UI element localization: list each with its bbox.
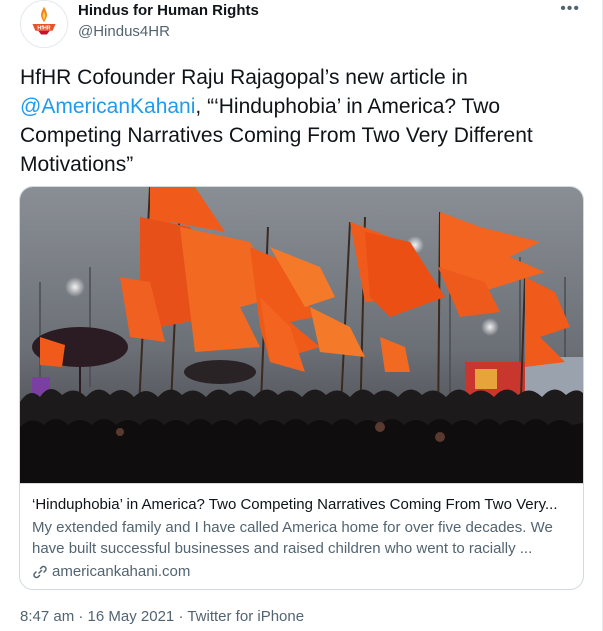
card-meta: ‘Hinduphobia’ in America? Two Competing … [20, 483, 583, 589]
card-description: My extended family and I have called Ame… [32, 517, 571, 559]
svg-text:HfHR: HfHR [37, 25, 50, 31]
card-domain: americankahani.com [52, 563, 191, 580]
card-description-line-1: My extended family and I have called Ame… [32, 519, 553, 536]
link-icon [33, 565, 47, 579]
tweet-footer: 8:47 am · 16 May 2021 · Twitter for iPho… [20, 608, 304, 625]
author-handle[interactable]: @Hindus4HR [78, 23, 170, 40]
tweet-date[interactable]: 16 May 2021 [88, 608, 175, 625]
link-card[interactable]: ‘Hinduphobia’ in America? Two Competing … [19, 186, 584, 590]
tweet: HfHR Hindus for Human Rights @Hindus4HR … [0, 0, 603, 631]
author-name[interactable]: Hindus for Human Rights [78, 2, 259, 19]
card-domain-row[interactable]: americankahani.com [32, 562, 571, 582]
more-options-icon[interactable]: ••• [560, 0, 580, 18]
card-title[interactable]: ‘Hinduphobia’ in America? Two Competing … [32, 495, 571, 515]
avatar[interactable]: HfHR [20, 0, 68, 48]
tweet-text: HfHR Cofounder Raju Rajagopal’s new arti… [20, 63, 585, 179]
tweet-text-before: HfHR Cofounder Raju Rajagopal’s new arti… [20, 66, 468, 89]
hfhr-logo-icon: HfHR [21, 1, 67, 47]
card-description-line-2: have built successful businesses and rai… [32, 540, 533, 557]
card-image[interactable] [20, 187, 583, 483]
footer-separator: · [74, 608, 88, 625]
tweet-source[interactable]: Twitter for iPhone [187, 608, 304, 625]
footer-separator: · [174, 608, 188, 625]
mention-link[interactable]: @AmericanKahani [20, 95, 195, 118]
tweet-time[interactable]: 8:47 am [20, 608, 74, 625]
